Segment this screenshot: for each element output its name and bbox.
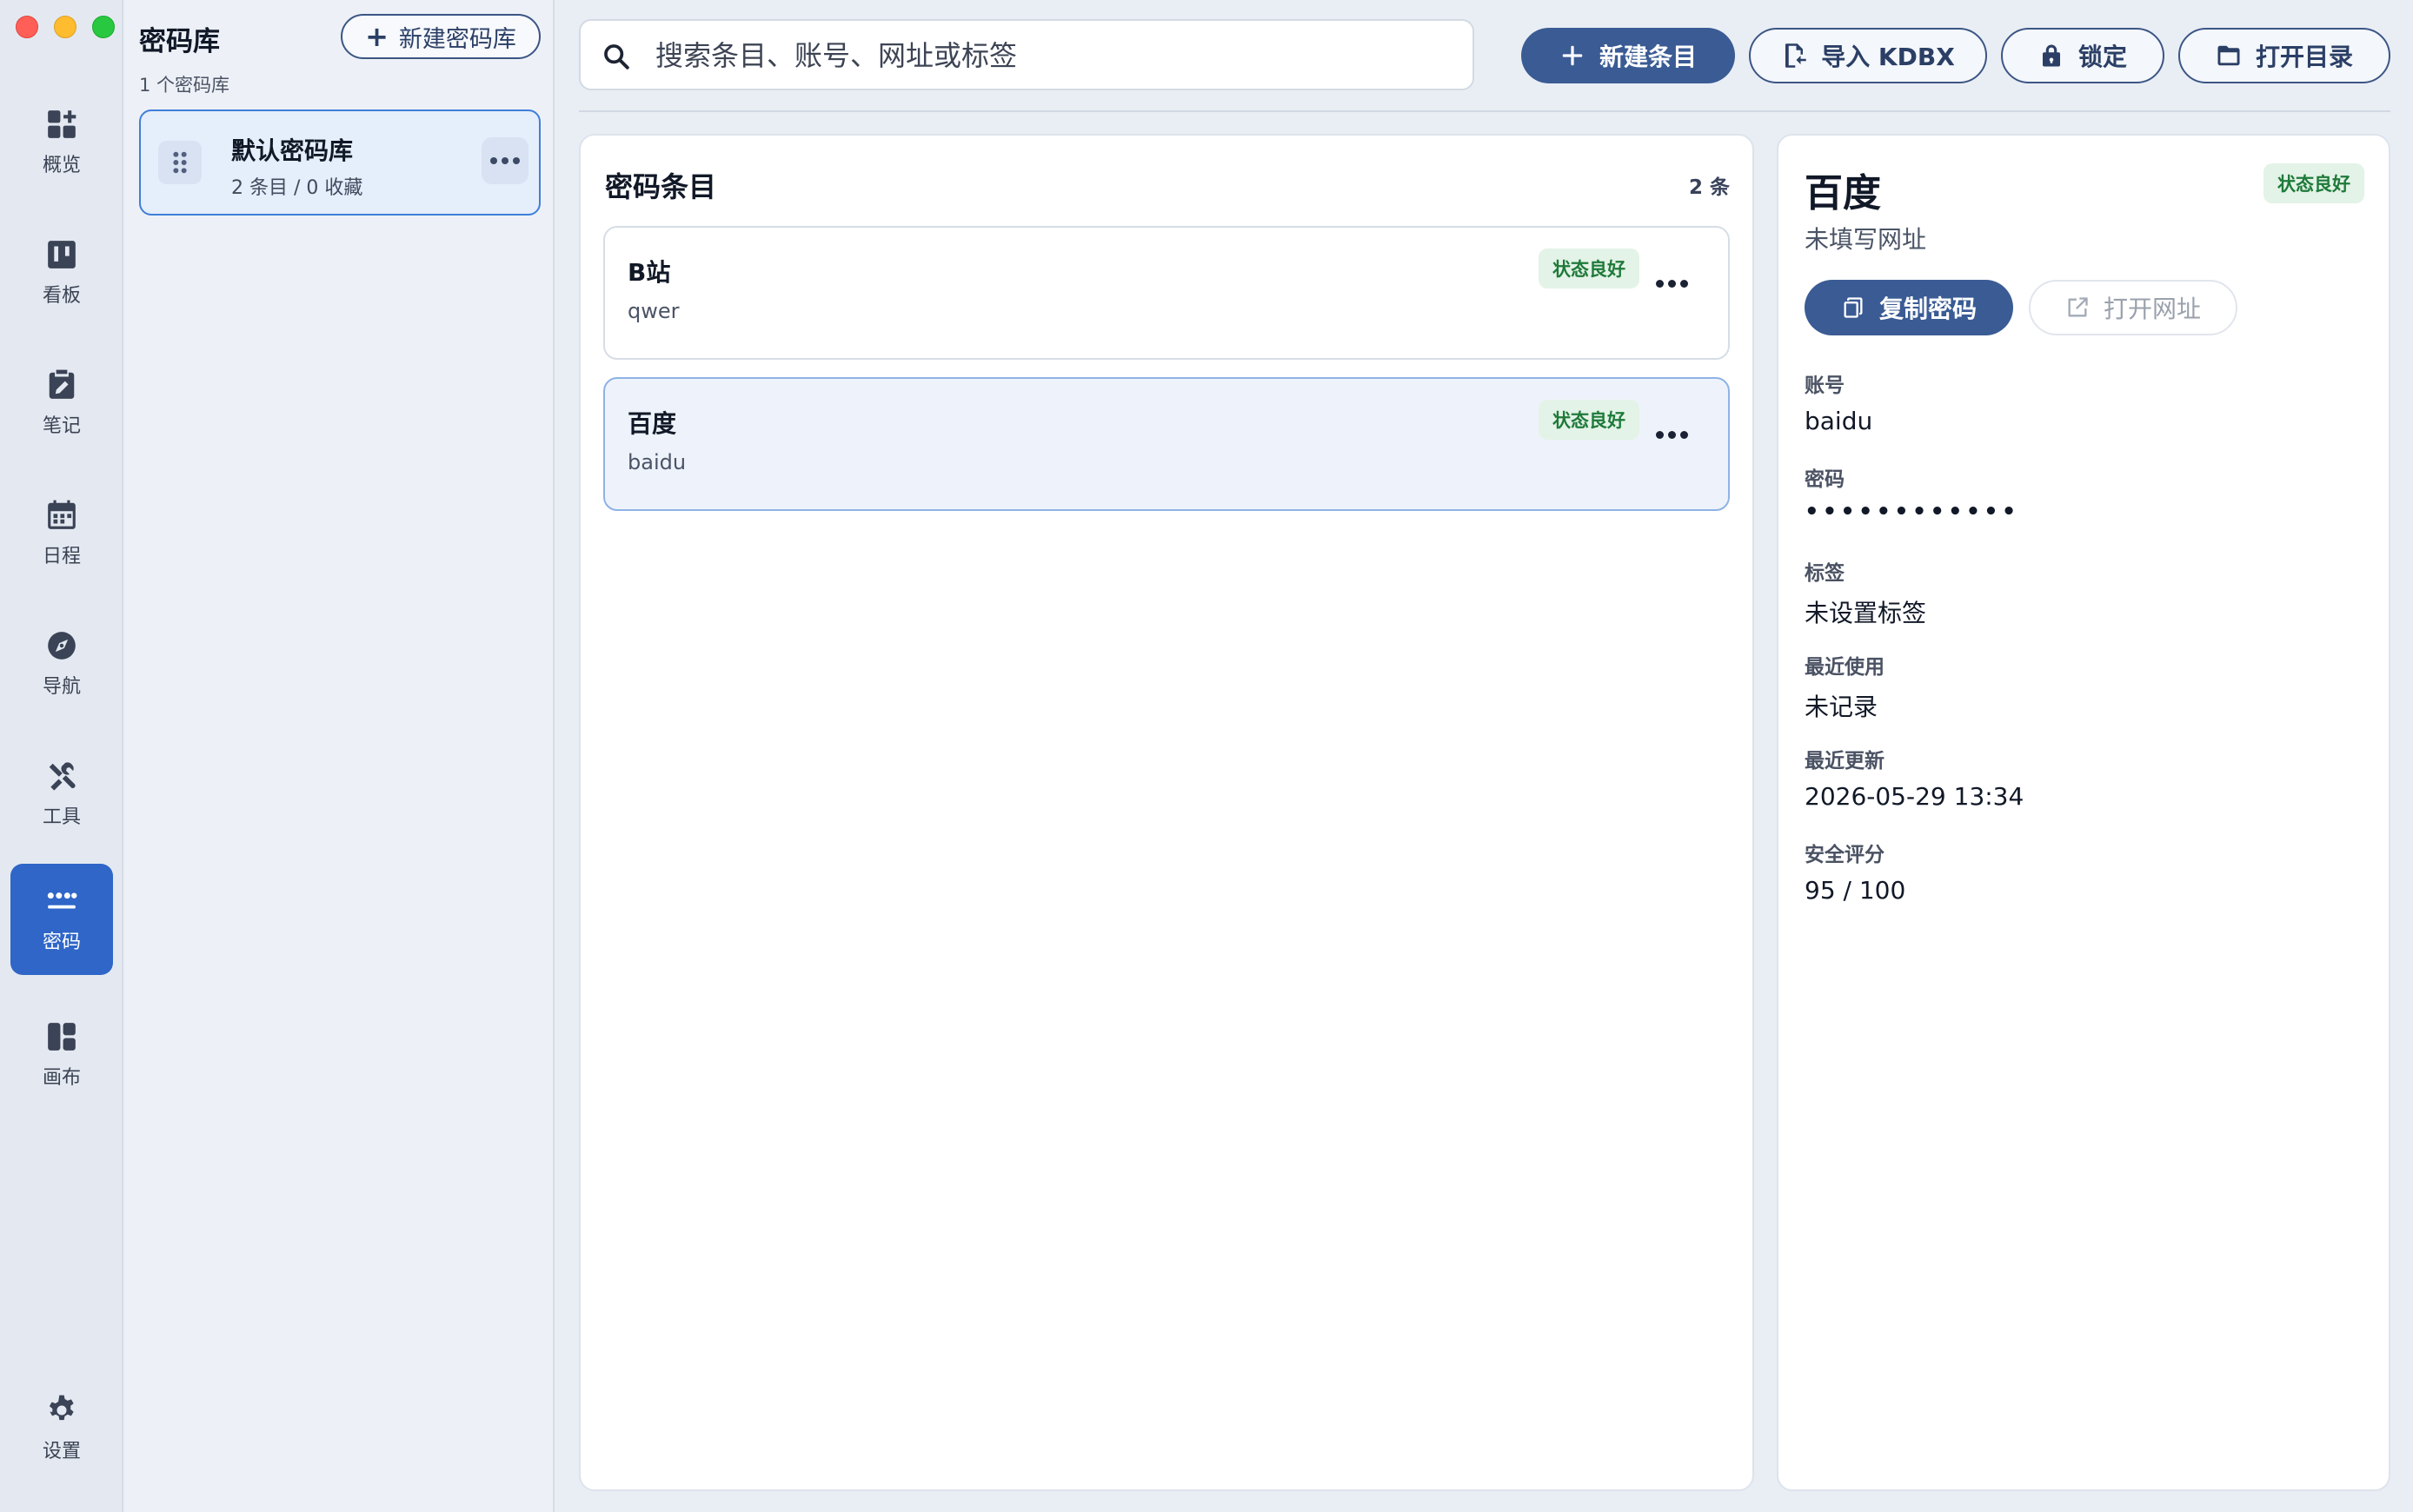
nav-item-settings[interactable]: 设置	[10, 1373, 113, 1484]
password-label: 密码	[1805, 468, 1845, 491]
vault-sidebar-title: 密码库	[139, 26, 220, 57]
updated-value: 2026-05-29 13:34	[1805, 782, 2024, 811]
more-dots-icon	[490, 157, 520, 164]
tools-icon	[49, 762, 76, 791]
nav-item-label: 日程	[42, 546, 81, 567]
nav-item-label: 工具	[42, 806, 81, 828]
copy-icon	[1844, 297, 1863, 318]
nav-item-label: 概览	[42, 155, 81, 176]
account-label: 账号	[1805, 375, 1845, 397]
search-input[interactable]	[655, 33, 1455, 78]
open-directory-label: 打开目录	[2255, 43, 2353, 71]
vault-name: 默认密码库	[231, 136, 354, 165]
more-dots-icon	[1656, 431, 1688, 439]
tags-label: 标签	[1805, 562, 1845, 585]
minimize-window-button[interactable]	[54, 16, 76, 38]
gear-icon	[49, 1395, 74, 1421]
nav-item-label: 密码	[42, 932, 81, 953]
account-value: baidu	[1805, 407, 1873, 435]
zoom-window-button[interactable]	[92, 16, 115, 38]
entry-item[interactable]: 百度 baidu 状态良好	[603, 377, 1730, 511]
nav-item-overview[interactable]: 概览	[10, 87, 113, 198]
entry-name: B站	[628, 258, 671, 287]
open-directory-button[interactable]: 打开目录	[2178, 28, 2390, 83]
entry-item[interactable]: B站 qwer 状态良好	[603, 226, 1730, 360]
more-dots-icon	[1656, 280, 1688, 288]
nav-rail: 概览 看板 笔记 日程 导航 工具 密码 画布 设置	[0, 0, 123, 1512]
plus-icon: +	[365, 20, 389, 53]
lock-button[interactable]: 锁定	[2001, 28, 2164, 83]
entry-username: baidu	[628, 450, 687, 474]
external-link-icon	[2068, 297, 2088, 317]
entries-title: 密码条目	[605, 170, 717, 203]
kanban-icon	[48, 241, 76, 269]
note-edit-icon	[49, 369, 75, 399]
copy-password-button[interactable]: 复制密码	[1805, 280, 2013, 335]
vault-item[interactable]: 默认密码库 2 条目 / 0 收藏	[139, 109, 541, 216]
vault-stats: 2 条目 / 0 收藏	[231, 177, 363, 199]
nav-item-label: 设置	[42, 1441, 81, 1462]
status-badge: 状态良好	[1539, 249, 1639, 288]
nav-item-kanban[interactable]: 看板	[10, 217, 113, 328]
tags-value: 未设置标签	[1805, 599, 1927, 627]
compass-icon	[48, 632, 76, 660]
calendar-icon	[48, 500, 76, 529]
nav-item-passwords[interactable]: 密码	[10, 864, 113, 975]
dashboard-add-icon	[48, 110, 76, 138]
lock-label: 锁定	[2077, 43, 2127, 71]
security-score-value: 95 / 100	[1805, 876, 1906, 905]
nav-item-tools[interactable]: 工具	[10, 739, 113, 850]
nav-item-label: 笔记	[42, 415, 81, 437]
nav-item-canvas[interactable]: 画布	[10, 999, 113, 1111]
last-used-value: 未记录	[1805, 693, 1878, 721]
nav-item-navigation[interactable]: 导航	[10, 608, 113, 720]
toolbar-divider	[579, 110, 2390, 112]
new-entry-button[interactable]: 新建条目	[1521, 28, 1735, 83]
entry-more-button[interactable]	[1656, 280, 1688, 288]
lock-icon	[2042, 44, 2060, 67]
last-used-label: 最近使用	[1805, 656, 1885, 679]
copy-password-label: 复制密码	[1878, 295, 1977, 323]
vault-sidebar: 密码库 1 个密码库 + 新建密码库 默认密码库 2 条目 / 0 收藏	[125, 0, 555, 1512]
entry-name: 百度	[628, 409, 677, 438]
security-score-label: 安全评分	[1805, 844, 1885, 866]
search-icon	[604, 44, 629, 70]
new-vault-label: 新建密码库	[398, 25, 516, 53]
detail-title: 百度	[1805, 171, 1881, 216]
entry-more-button[interactable]	[1656, 431, 1688, 439]
file-import-icon	[1785, 43, 1806, 68]
new-vault-button[interactable]: + 新建密码库	[341, 14, 541, 59]
updated-label: 最近更新	[1805, 750, 1885, 773]
nav-item-label: 导航	[42, 676, 81, 698]
open-url-button[interactable]: 打开网址	[2029, 280, 2237, 335]
import-kdbx-button[interactable]: 导入 KDBX	[1749, 28, 1987, 83]
detail-url: 未填写网址	[1805, 225, 1927, 254]
plus-icon	[1562, 45, 1583, 66]
close-window-button[interactable]	[16, 16, 38, 38]
search-bar	[579, 19, 1474, 90]
import-kdbx-label: 导入 KDBX	[1821, 43, 1955, 71]
nav-item-label: 看板	[42, 285, 81, 307]
entries-count: 2 条	[1688, 176, 1730, 199]
open-url-label: 打开网址	[2103, 295, 2201, 323]
entry-detail-panel: 百度 状态良好 未填写网址 复制密码 打开网址 账号 baidu 密码 ••••…	[1777, 134, 2390, 1491]
vault-more-button[interactable]	[482, 137, 528, 184]
vault-count: 1 个密码库	[139, 75, 230, 96]
status-badge: 状态良好	[1539, 400, 1639, 440]
nav-item-label: 画布	[42, 1067, 81, 1089]
nav-item-schedule[interactable]: 日程	[10, 478, 113, 589]
entries-panel: 密码条目 2 条 B站 qwer 状态良好 百度 baidu 状态良好	[579, 134, 1754, 1491]
nav-item-notes[interactable]: 笔记	[10, 348, 113, 459]
new-entry-label: 新建条目	[1599, 43, 1697, 71]
status-badge: 状态良好	[2263, 163, 2364, 203]
password-value: ••••••••••••	[1805, 499, 2020, 525]
password-icon	[47, 892, 77, 909]
folder-icon	[2217, 45, 2240, 66]
window-controls	[16, 16, 115, 38]
canvas-layout-icon	[48, 1023, 76, 1051]
entry-username: qwer	[628, 299, 680, 323]
drag-handle-icon[interactable]	[158, 141, 202, 184]
